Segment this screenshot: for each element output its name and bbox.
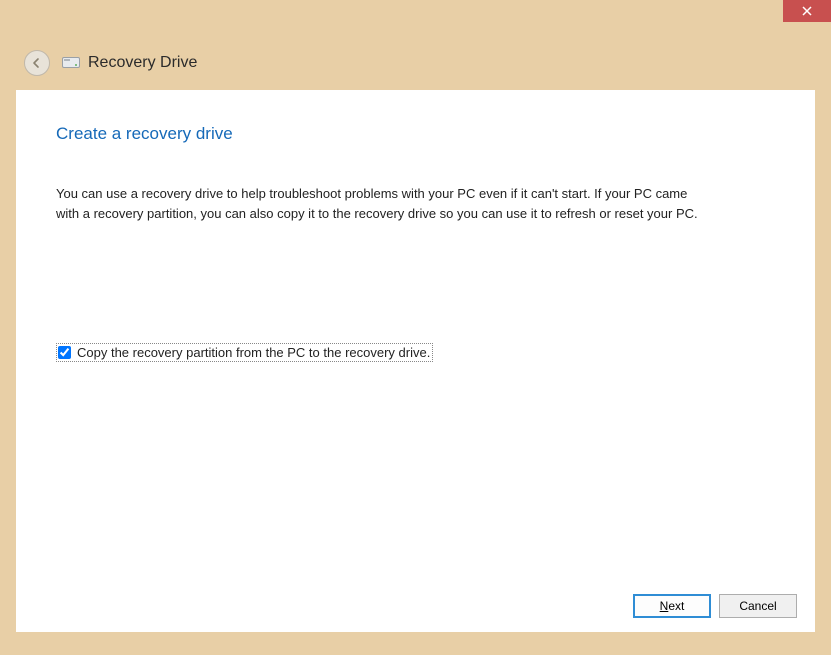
page-heading: Create a recovery drive <box>56 124 775 144</box>
close-icon <box>802 6 812 16</box>
back-button[interactable] <box>24 50 50 76</box>
footer-buttons: Next Cancel <box>633 594 797 618</box>
copy-partition-label[interactable]: Copy the recovery partition from the PC … <box>77 345 430 360</box>
copy-partition-checkbox[interactable] <box>58 346 71 359</box>
cancel-button[interactable]: Cancel <box>719 594 797 618</box>
window-title: Recovery Drive <box>88 54 197 72</box>
back-arrow-icon <box>30 56 44 70</box>
close-button[interactable] <box>783 0 831 22</box>
page-description: You can use a recovery drive to help tro… <box>56 184 706 223</box>
window-frame: Recovery Drive Create a recovery drive Y… <box>0 0 831 655</box>
header-bar: Recovery Drive <box>0 0 831 90</box>
next-rest: ext <box>668 599 684 613</box>
next-button[interactable]: Next <box>633 594 711 618</box>
copy-partition-row[interactable]: Copy the recovery partition from the PC … <box>56 343 433 362</box>
drive-icon <box>62 57 80 70</box>
content-panel: Create a recovery drive You can use a re… <box>16 90 815 632</box>
